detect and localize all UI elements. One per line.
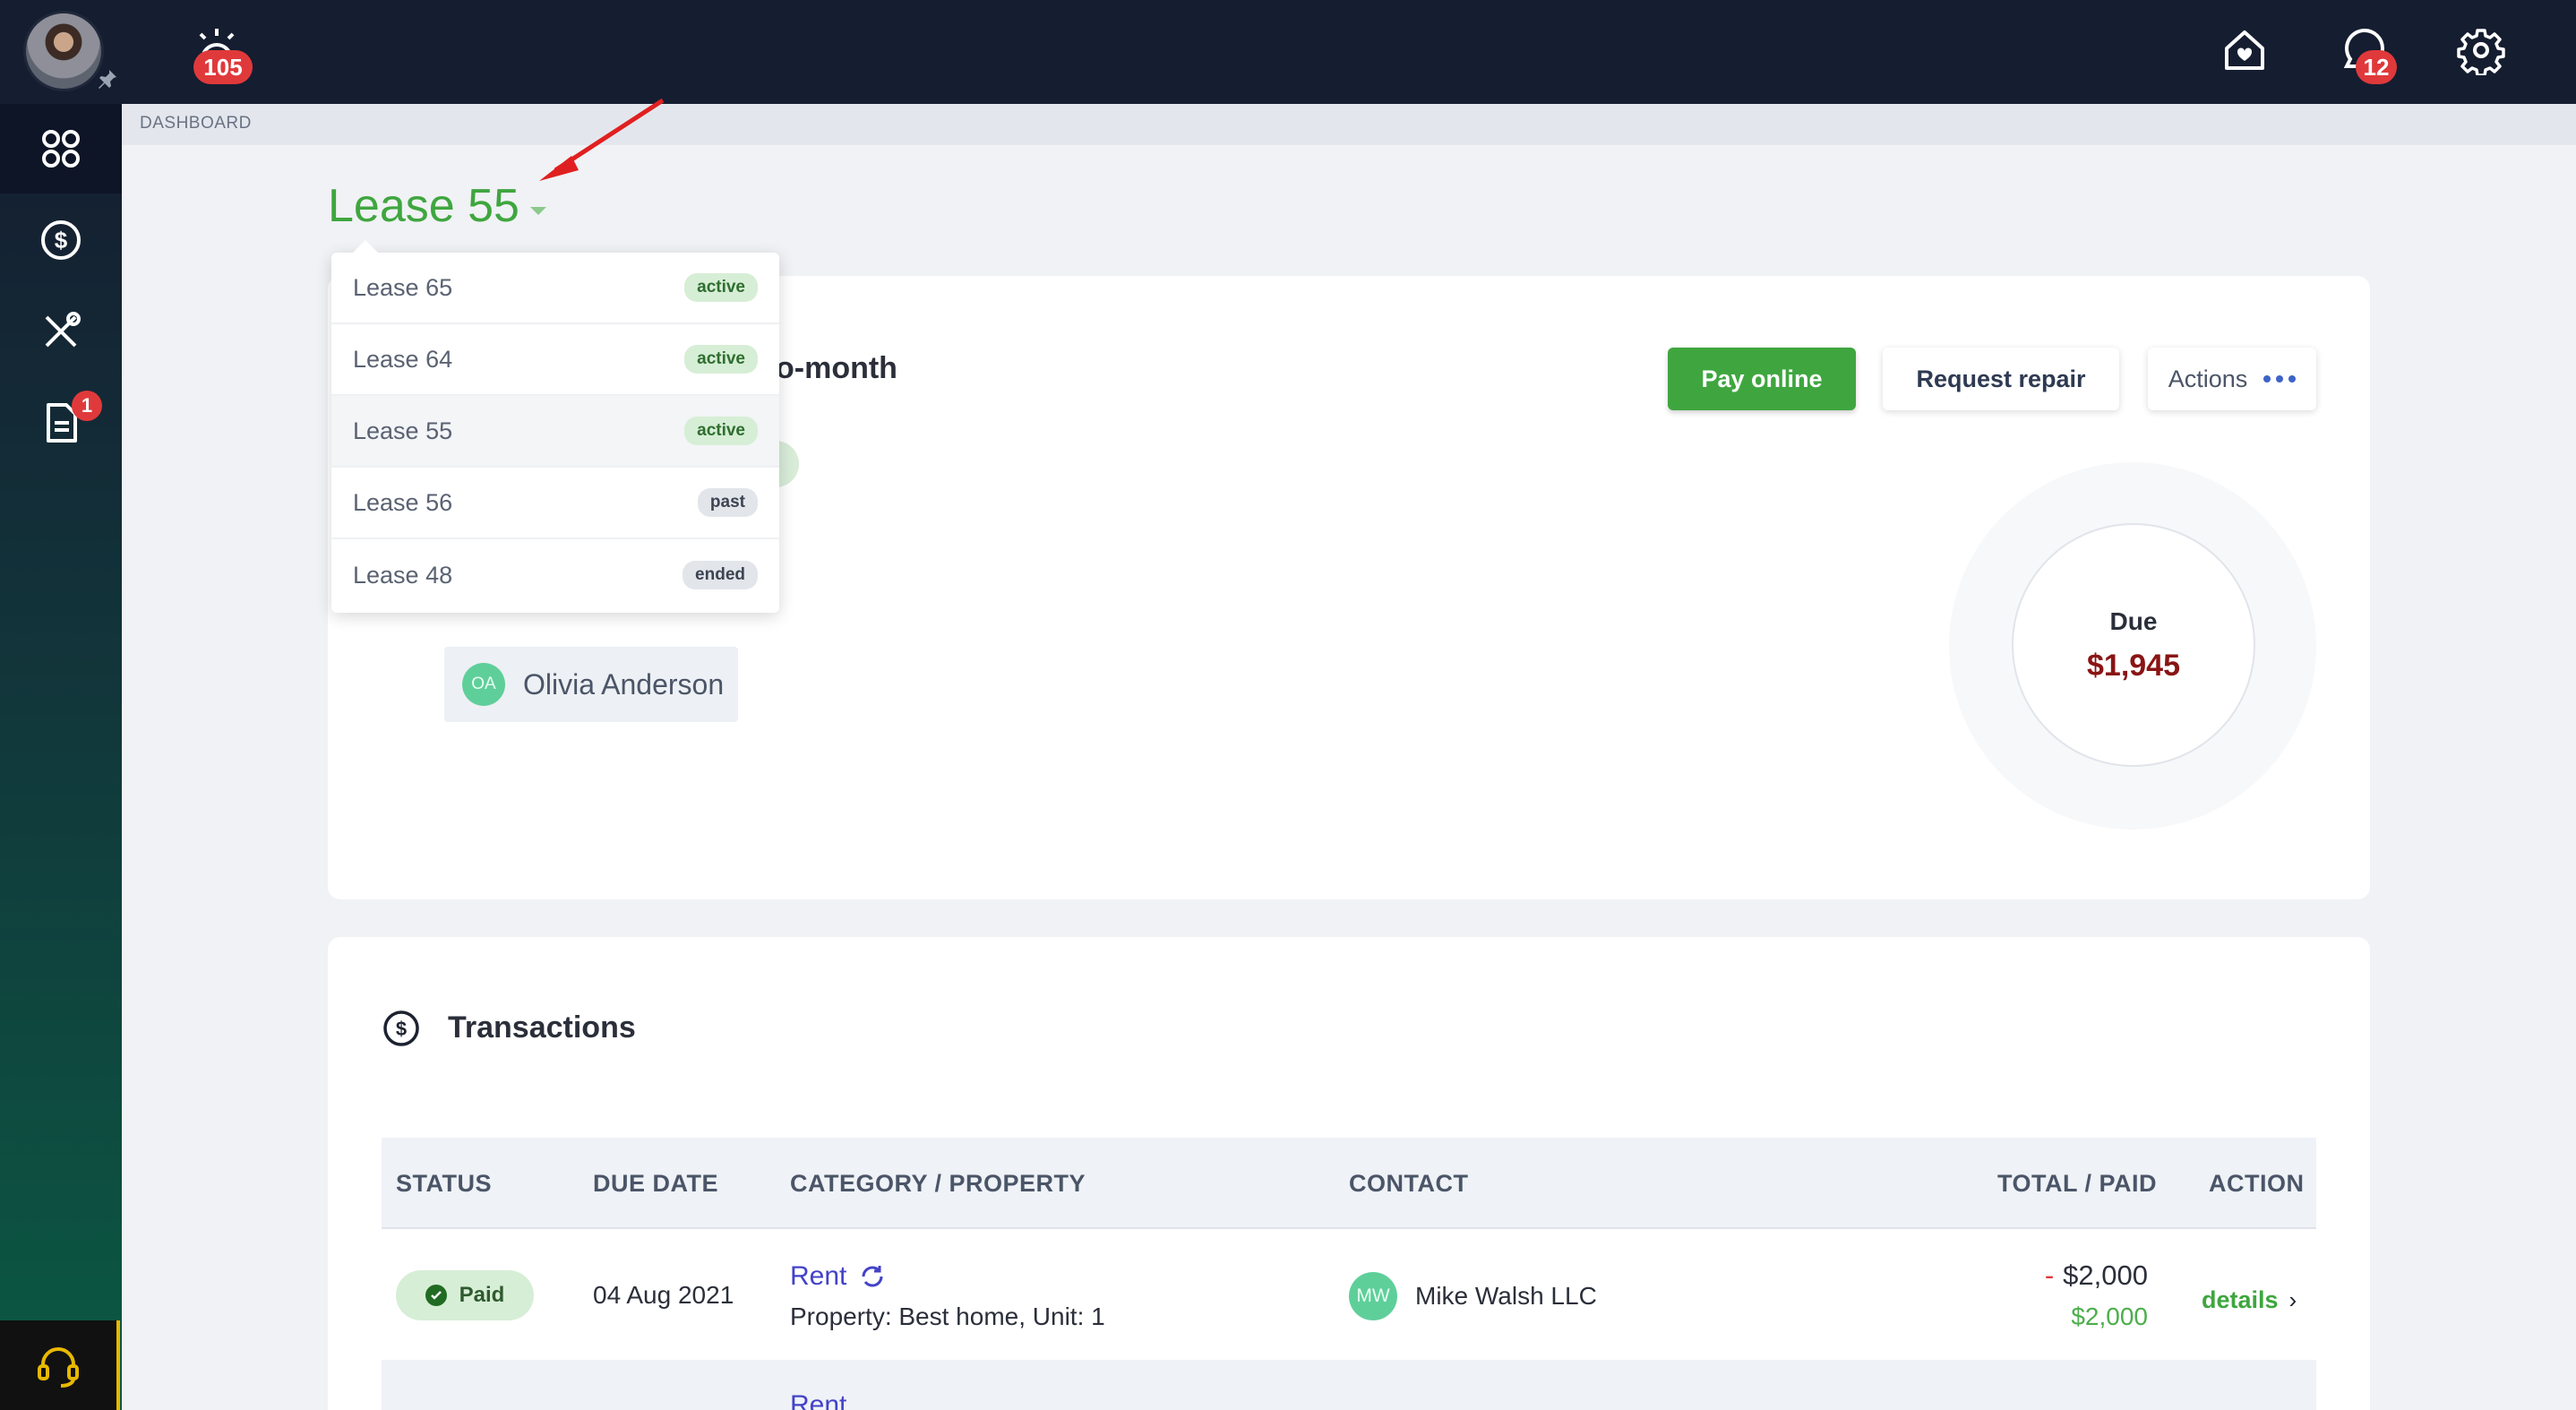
status-label: Paid [459, 1283, 505, 1307]
sidebar-item-documents[interactable] [0, 378, 122, 468]
due-summary: Due $1,945 [2012, 523, 2255, 767]
lease-option-label: Lease 48 [353, 561, 453, 589]
more-icon [2263, 375, 2297, 383]
category-link[interactable]: Rent [790, 1261, 886, 1292]
lease-option[interactable]: Lease 48 ended [331, 539, 779, 611]
notifications-badge: 105 [193, 50, 253, 84]
status-badge: active [684, 345, 758, 374]
tenant-chip[interactable]: OA Olivia Anderson [444, 647, 738, 722]
category-label: Rent [790, 1390, 847, 1410]
gear-icon[interactable] [2456, 25, 2506, 75]
headset-icon [38, 1347, 79, 1388]
negative-sign: - [2044, 1260, 2055, 1291]
sidebar-item-maintenance[interactable] [0, 287, 122, 376]
sidebar-item-dashboard[interactable] [0, 104, 122, 193]
messages-badge: 12 [2356, 50, 2397, 84]
status-badge: active [684, 417, 758, 445]
status-badge: ended [683, 561, 758, 589]
lease-title: Lease 55 [328, 180, 519, 232]
actions-button[interactable]: Actions [2148, 348, 2316, 410]
lease-option-label: Lease 56 [353, 488, 453, 516]
column-header[interactable]: STATUS [396, 1170, 492, 1198]
grid-icon [42, 130, 80, 168]
pin-icon [99, 70, 116, 89]
column-header[interactable]: ACTION [2209, 1170, 2305, 1198]
dollar-icon: $ [41, 220, 81, 260]
contact-cell[interactable]: MW Mike Walsh LLC [1349, 1272, 1597, 1320]
dollar-icon: $ [383, 1010, 419, 1046]
column-header[interactable]: CONTACT [1349, 1170, 1468, 1198]
lease-dropdown: Lease 65 active Lease 64 active Lease 55… [331, 240, 779, 613]
total-amount: - $2,000 [2045, 1260, 2148, 1292]
svg-text:$: $ [396, 1018, 407, 1040]
request-repair-button[interactable]: Request repair [1883, 348, 2119, 410]
property-text: Property: Best home, Unit: 1 [790, 1303, 1105, 1330]
details-label: details [2202, 1286, 2279, 1313]
due-date: 04 Aug 2021 [593, 1281, 734, 1309]
tools-icon [45, 312, 81, 348]
lease-option-label: Lease 65 [353, 273, 453, 301]
status-badge: past [697, 488, 758, 517]
chevron-right-icon: › [2288, 1286, 2297, 1313]
top-bar [0, 0, 2576, 104]
breadcrumb-bar [122, 104, 2576, 145]
column-header[interactable]: TOTAL / PAID [1997, 1170, 2157, 1198]
lease-selector[interactable]: Lease 55 [328, 179, 546, 233]
contact-name: Mike Walsh LLC [1415, 1282, 1597, 1310]
status-badge: active [684, 273, 758, 302]
table-row[interactable] [382, 1360, 2316, 1410]
breadcrumb[interactable]: DASHBOARD [140, 114, 252, 133]
lease-option[interactable]: Lease 64 active [331, 324, 779, 396]
status-badge: Paid [396, 1270, 534, 1320]
due-label: Due [2109, 606, 2158, 635]
tenant-name: Olivia Anderson [523, 667, 725, 701]
user-avatar[interactable] [23, 11, 104, 91]
actions-label: Actions [2168, 365, 2248, 392]
column-header[interactable]: DUE DATE [593, 1170, 718, 1198]
documents-badge: 1 [72, 391, 102, 421]
check-icon [425, 1285, 447, 1306]
lease-option-label: Lease 64 [353, 345, 453, 373]
svg-text:$: $ [55, 227, 68, 254]
pay-online-button[interactable]: Pay online [1668, 348, 1856, 410]
category-link[interactable]: Rent [790, 1390, 846, 1410]
total-value: $2,000 [2063, 1260, 2148, 1291]
chevron-down-icon [529, 206, 546, 215]
transactions-title: Transactions [448, 1010, 636, 1045]
lease-option[interactable]: Lease 65 active [331, 253, 779, 324]
column-header[interactable]: CATEGORY / PROPERTY [790, 1170, 1086, 1198]
home-icon[interactable] [2220, 25, 2270, 75]
lease-option-selected[interactable]: Lease 55 active [331, 396, 779, 468]
lease-term-text: o-month [776, 351, 897, 385]
due-amount: $1,945 [2087, 648, 2180, 683]
sidebar-item-payments[interactable]: $ [0, 195, 122, 285]
tenant-avatar: OA [462, 663, 505, 706]
paid-amount: $2,000 [2071, 1303, 2148, 1330]
support-button[interactable] [0, 1320, 120, 1410]
category-label: Rent [790, 1261, 847, 1291]
lease-option[interactable]: Lease 56 past [331, 468, 779, 539]
recurring-icon [862, 1266, 883, 1287]
arrow-annotation [539, 98, 665, 181]
details-link[interactable]: details › [2202, 1286, 2297, 1314]
contact-avatar: MW [1349, 1272, 1397, 1320]
lease-option-label: Lease 55 [353, 417, 453, 444]
